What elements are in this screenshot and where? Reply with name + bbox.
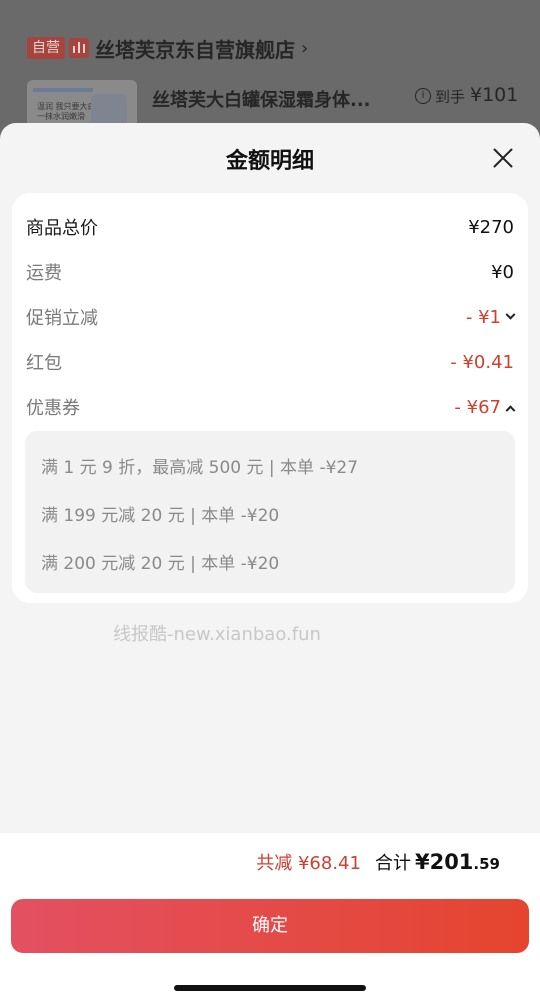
total-amount-decimal: .59 [473, 855, 500, 873]
row-label: 运费 [26, 263, 62, 284]
footer-bar: 共减 ¥68.41 合计 ¥201.59 确定 [0, 833, 540, 1001]
row-shipping: 运费 ¥0 [26, 257, 514, 287]
info-icon[interactable]: i [415, 88, 431, 104]
store-name: 丝塔芙京东自营旗舰店 [95, 37, 295, 62]
store-chart-icon [69, 38, 89, 58]
row-red-packet: 红包 - ¥0.41 [26, 347, 514, 377]
chevron-down-icon [505, 309, 516, 320]
coupon-detail-list: 满 1 元 9 折，最高减 500 元 | 本单 -¥27 满 199 元减 2… [25, 431, 515, 593]
product-title: 丝塔芙大白罐保湿霜身体... [152, 90, 371, 111]
coupon-item: 满 200 元减 20 元 | 本单 -¥20 [41, 554, 280, 574]
row-label: 商品总价 [26, 218, 98, 239]
row-value: - ¥1 [465, 306, 501, 328]
self-operated-badge: 自营 [27, 37, 65, 59]
confirm-button[interactable]: 确定 [11, 899, 529, 953]
total-label: 合计 [374, 853, 411, 874]
total-discount: 共减 ¥68.41 [256, 853, 361, 874]
row-label: 红包 [26, 353, 62, 374]
amount-detail-sheet: 金额明细 商品总价 ¥270 运费 ¥0 促销立减 - ¥1 红包 - ¥0.4… [0, 123, 540, 1001]
store-header[interactable]: 自营 丝塔芙京东自营旗舰店 › [27, 36, 309, 62]
row-label: 促销立减 [26, 308, 98, 329]
row-value: - ¥0.41 [450, 351, 514, 373]
chevron-up-icon [505, 404, 516, 415]
arrive-price: ¥101 [470, 84, 519, 106]
row-goods-total: 商品总价 ¥270 [26, 212, 514, 242]
arrive-label: 到手 [435, 88, 466, 106]
watermark: 线报酷-new.xianbao.fun [113, 624, 321, 645]
row-label: 优惠券 [26, 398, 80, 419]
chevron-right-icon: › [301, 37, 309, 59]
row-value: ¥270 [468, 216, 514, 238]
background-store-page: 自营 丝塔芙京东自营旗舰店 › 温润 我只要大白罐 一抹水润嫩滑 丝塔芙大白罐保… [0, 0, 540, 140]
coupon-item: 满 1 元 9 折，最高减 500 元 | 本单 -¥27 [41, 458, 359, 478]
row-coupon[interactable]: 优惠券 - ¥67 [26, 392, 516, 422]
coupon-item: 满 199 元减 20 元 | 本单 -¥20 [41, 506, 280, 526]
total-amount-integer: ¥201 [414, 850, 474, 874]
home-indicator[interactable] [174, 985, 366, 991]
total-summary: 共减 ¥68.41 合计 ¥201.59 [256, 849, 500, 875]
row-value: - ¥67 [454, 396, 501, 418]
row-promo-discount[interactable]: 促销立减 - ¥1 [26, 302, 516, 332]
row-value: ¥0 [491, 261, 514, 283]
close-icon[interactable] [492, 147, 514, 169]
amount-card: 商品总价 ¥270 运费 ¥0 促销立减 - ¥1 红包 - ¥0.41 优惠券… [12, 193, 528, 603]
sheet-title: 金额明细 [225, 149, 314, 174]
